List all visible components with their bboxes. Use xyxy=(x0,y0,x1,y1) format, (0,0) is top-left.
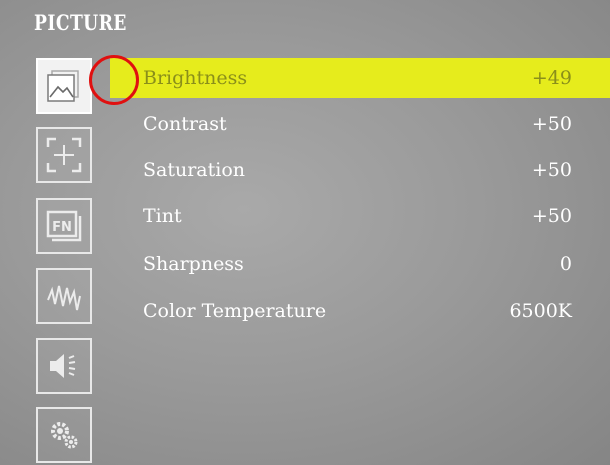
menu-item-value: +49 xyxy=(531,67,572,89)
menu-item-saturation[interactable]: Saturation +50 xyxy=(110,150,610,190)
function-icon: FN xyxy=(46,210,82,242)
tab-setup[interactable] xyxy=(36,407,92,463)
menu-item-label: Brightness xyxy=(143,67,248,89)
waveform-icon xyxy=(47,285,81,311)
menu-item-label: Tint xyxy=(143,205,182,227)
aspect-frame-icon xyxy=(46,137,82,173)
menu-item-value: 0 xyxy=(559,253,572,275)
menu-title: PICTURE xyxy=(34,10,127,35)
menu-item-tint[interactable]: Tint +50 xyxy=(110,196,610,236)
menu-item-color-temperature[interactable]: Color Temperature 6500K xyxy=(110,291,610,331)
osd-screen: PICTURE FN Brightness +49 Contrast +50 S… xyxy=(0,0,610,465)
menu-item-brightness[interactable]: Brightness +49 xyxy=(110,58,610,98)
gear-icon xyxy=(51,422,78,449)
menu-item-label: Sharpness xyxy=(143,253,244,275)
menu-item-label: Saturation xyxy=(143,159,246,181)
menu-item-sharpness[interactable]: Sharpness 0 xyxy=(110,244,610,284)
menu-item-value: +50 xyxy=(531,113,572,135)
function-icon-text: FN xyxy=(52,220,72,235)
menu-item-value: +50 xyxy=(531,159,572,181)
highlight-circle-marker xyxy=(89,55,139,105)
menu-item-label: Color Temperature xyxy=(143,300,327,322)
tab-function[interactable]: FN xyxy=(36,198,92,254)
tab-picture[interactable] xyxy=(36,58,92,114)
picture-icon xyxy=(47,70,79,102)
menu-item-label: Contrast xyxy=(143,113,227,135)
menu-item-value: 6500K xyxy=(509,300,572,322)
audio-icon xyxy=(50,354,76,378)
tab-aspect[interactable] xyxy=(36,127,92,183)
menu-item-value: +50 xyxy=(531,205,572,227)
menu-item-contrast[interactable]: Contrast +50 xyxy=(110,104,610,144)
tab-waveform[interactable] xyxy=(36,268,92,324)
tab-audio[interactable] xyxy=(36,338,92,394)
